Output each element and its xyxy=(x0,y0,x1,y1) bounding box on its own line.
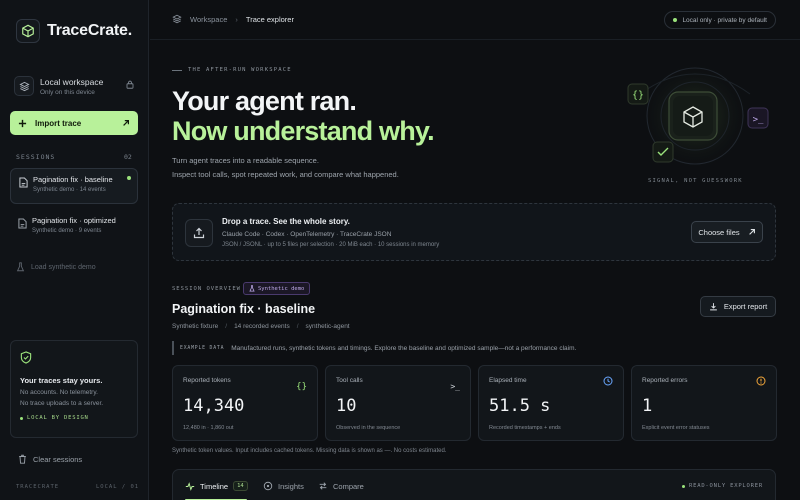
example-data-note: EXAMPLE DATA Manufactured runs, syntheti… xyxy=(172,341,576,355)
session-meta: Synthetic fixture/ 14 recorded events / s… xyxy=(172,323,350,330)
read-only-badge: READ-ONLY EXPLORER xyxy=(681,483,763,489)
tab-timeline[interactable]: Timeline 14 xyxy=(185,481,248,491)
sparkle-icon xyxy=(263,481,273,491)
choose-files-button[interactable]: Choose files xyxy=(691,221,763,243)
load-demo-label: Load synthetic demo xyxy=(31,263,96,271)
privacy-title: Your traces stay yours. xyxy=(20,376,103,385)
export-report-button[interactable]: Export report xyxy=(700,296,776,317)
hero-tagline: SIGNAL, NOT GUESSWORK xyxy=(648,178,743,184)
breadcrumb-workspace[interactable]: Workspace xyxy=(190,15,227,24)
session-subtitle: Synthetic demo · 14 events xyxy=(33,187,106,193)
explorer-tabs: Timeline 14 Insights Compare READ-ONLY E… xyxy=(172,469,776,500)
svg-text:>_: >_ xyxy=(753,115,764,125)
active-dot-icon xyxy=(127,176,131,180)
metric-card-tool-calls: Tool calls >_ 10 Observed in the sequenc… xyxy=(325,365,471,441)
session-title: Pagination fix · baseline xyxy=(33,175,113,184)
metric-card-errors: Reported errors 1 Explicit event error s… xyxy=(631,365,777,441)
metric-card-elapsed: Elapsed time 51.5 s Recorded timestamps … xyxy=(478,365,624,441)
workspace-title: Local workspace xyxy=(40,76,104,87)
import-trace-label: Import trace xyxy=(35,118,82,128)
trace-dropzone[interactable]: Drop a trace. See the whole story. Claud… xyxy=(172,203,776,261)
app-name: TraceCrate. xyxy=(47,22,132,39)
privacy-line: No accounts. No telemetry. xyxy=(20,389,98,396)
sidebar: TraceCrate. Local workspace Only on this… xyxy=(0,0,149,500)
session-title: Pagination fix · optimized xyxy=(32,216,116,225)
activity-icon xyxy=(185,481,195,491)
clock-icon xyxy=(603,376,613,386)
chevron-right-icon: › xyxy=(235,14,238,24)
tab-insights[interactable]: Insights xyxy=(263,481,304,491)
breadcrumb: Workspace › Trace explorer xyxy=(172,14,294,24)
breadcrumb-current: Trace explorer xyxy=(245,14,294,24)
dropzone-title: Drop a trace. See the whole story. xyxy=(222,217,350,226)
hero-title-line-1: Your agent ran. xyxy=(172,86,357,116)
cube-logo-icon xyxy=(16,19,40,43)
session-title: Pagination fix · baseline xyxy=(172,302,316,316)
file-icon xyxy=(19,177,28,188)
note-text: Manufactured runs, synthetic tokens and … xyxy=(231,344,577,352)
privacy-tag: LOCAL BY DESIGN xyxy=(20,415,128,421)
upload-icon xyxy=(185,219,213,247)
sessions-count: 02 xyxy=(124,153,132,161)
status-dot-icon xyxy=(673,18,678,22)
note-tag: EXAMPLE DATA xyxy=(180,345,225,351)
metric-value: 14,340 xyxy=(183,396,245,416)
hero-title-line-2: Now understand why. xyxy=(172,116,435,146)
session-overview-label: SESSION OVERVIEW xyxy=(172,286,241,292)
hero-paragraph: Turn agent traces into a readable sequen… xyxy=(172,156,319,165)
dropzone-formats: Claude Code · Codex · OpenTelemetry · Tr… xyxy=(222,231,392,238)
download-icon xyxy=(709,302,718,311)
compare-icon xyxy=(318,481,328,491)
clear-sessions-button[interactable]: Clear sessions xyxy=(18,454,82,464)
svg-text:{}: {} xyxy=(632,90,644,101)
import-trace-button[interactable]: Import trace xyxy=(10,111,138,135)
privacy-card: Your traces stay yours. No accounts. No … xyxy=(10,340,138,438)
hero-paragraph: Inspect tool calls, spot repeated work, … xyxy=(172,170,399,179)
trash-icon xyxy=(18,454,27,464)
layers-icon xyxy=(14,76,34,96)
workspace-selector[interactable]: Local workspace Only on this device xyxy=(14,72,136,100)
metric-value: 51.5 s xyxy=(489,396,551,416)
tab-count-badge: 14 xyxy=(233,481,248,491)
alert-icon xyxy=(756,376,766,386)
lock-icon xyxy=(126,80,134,89)
hero-illustration: {} >_ xyxy=(620,64,770,184)
hero-eyebrow: THE AFTER-RUN WORKSPACE xyxy=(172,67,292,73)
metric-value: 10 xyxy=(336,396,357,416)
session-subtitle: Synthetic demo · 9 events xyxy=(32,228,102,234)
flask-icon xyxy=(16,262,25,272)
clear-sessions-label: Clear sessions xyxy=(33,454,83,464)
session-item-baseline[interactable]: Pagination fix · baseline Synthetic demo… xyxy=(10,168,138,204)
topbar: Workspace › Trace explorer Local only · … xyxy=(150,0,800,40)
load-demo-button[interactable]: Load synthetic demo xyxy=(16,262,96,272)
session-item-optimized[interactable]: Pagination fix · optimized Synthetic dem… xyxy=(10,210,138,246)
sidebar-footer-version: LOCAL / 01 xyxy=(96,484,140,490)
metric-card-tokens: Reported tokens {} 14,340 12,480 in · 1,… xyxy=(172,365,318,441)
sessions-label: SESSIONS xyxy=(16,153,56,161)
workspace-subtitle: Only on this device xyxy=(40,88,95,96)
shield-check-icon xyxy=(20,351,128,364)
privacy-line: No trace uploads to a server. xyxy=(20,400,104,407)
synthetic-demo-badge: Synthetic demo xyxy=(243,282,311,295)
metric-value: 1 xyxy=(642,396,653,416)
dropzone-limits: JSON / JSONL · up to 5 files per selecti… xyxy=(222,242,440,248)
braces-icon: {} xyxy=(296,382,307,392)
local-only-badge: Local only · private by default xyxy=(664,11,776,29)
brand[interactable]: TraceCrate. xyxy=(16,19,132,43)
sidebar-footer-brand: TRACECRATE xyxy=(16,484,60,490)
plus-icon xyxy=(18,119,27,128)
flask-icon xyxy=(249,285,255,292)
layers-icon xyxy=(172,14,182,24)
arrow-up-right-icon xyxy=(122,119,130,127)
terminal-icon: >_ xyxy=(450,382,460,391)
tab-compare[interactable]: Compare xyxy=(318,481,364,491)
file-icon xyxy=(18,218,27,229)
metrics-footnote: Synthetic token values. Input includes c… xyxy=(172,448,447,454)
arrow-up-right-icon xyxy=(748,228,756,236)
